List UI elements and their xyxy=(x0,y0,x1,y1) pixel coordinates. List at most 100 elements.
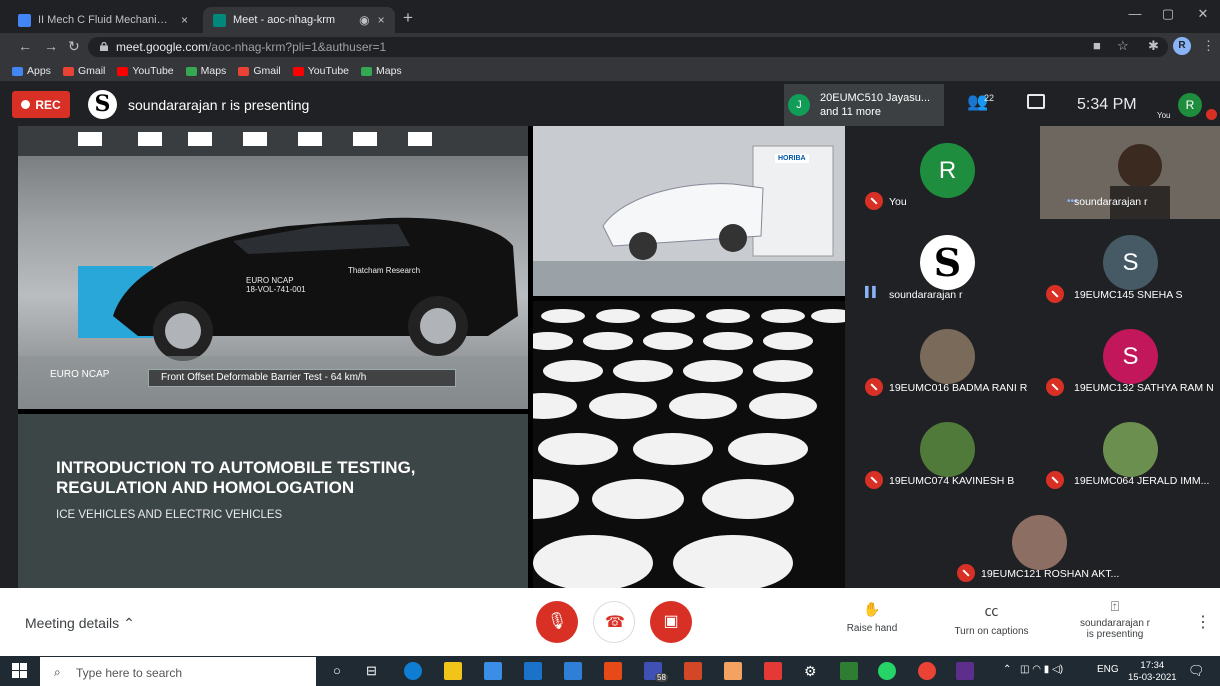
windows-start-icon[interactable] xyxy=(12,663,28,679)
avatar: S xyxy=(1103,329,1158,384)
photos-icon[interactable] xyxy=(840,662,858,680)
participant-tile[interactable]: S 19EUMC145 SNEHA S xyxy=(1040,219,1220,312)
app-w-icon[interactable] xyxy=(956,662,974,680)
chat-icon[interactable] xyxy=(1027,94,1045,109)
present-icon: ⍐ xyxy=(1110,598,1120,614)
camera-icon[interactable]: ■ xyxy=(1093,38,1101,53)
forward-icon[interactable]: → xyxy=(44,38,58,54)
mic-toggle-button[interactable]: 🎙 xyxy=(536,601,578,643)
outlook-icon[interactable] xyxy=(564,662,582,680)
powerpoint-icon[interactable] xyxy=(684,662,702,680)
leave-call-button[interactable]: ☎ xyxy=(593,601,635,643)
tab-fluid-mechanics[interactable]: II Mech C Fluid Mechanics and M × xyxy=(8,7,198,33)
bookmark-label: Gmail xyxy=(77,65,106,77)
recording-indicator-icon: ◉ xyxy=(359,13,370,27)
participant-tile[interactable]: 19EUMC074 KAVINESH B xyxy=(855,405,1037,498)
gmail-icon xyxy=(62,66,74,76)
raise-hand-button[interactable]: ✋ Raise hand xyxy=(840,601,904,634)
camera-toggle-button[interactable]: ▣ xyxy=(650,601,692,643)
minimize-icon[interactable]: — xyxy=(1120,6,1150,21)
bookmark-gmail[interactable]: Gmail xyxy=(62,65,106,77)
chrome-icon[interactable] xyxy=(918,662,936,680)
car-sticker-1: EURO NCAP xyxy=(246,276,294,285)
tab-meet[interactable]: Meet - aoc-nhag-krm ◉ × xyxy=(203,7,395,33)
recording-badge: REC xyxy=(12,91,70,118)
tab-close-icon[interactable]: × xyxy=(181,13,188,27)
bookmark-youtube[interactable]: YouTube xyxy=(117,65,174,77)
muted-icon xyxy=(1046,471,1064,489)
cortana-icon[interactable]: ○ xyxy=(333,663,341,678)
meeting-details-button[interactable]: Meeting details ⌃ xyxy=(25,615,135,632)
reload-icon[interactable]: ↻ xyxy=(68,38,80,55)
tab-close-icon[interactable]: × xyxy=(378,13,385,27)
muted-icon xyxy=(957,564,975,582)
avatar: S xyxy=(1103,235,1158,290)
join-text: 20EUMC510 Jayasu... and 11 more xyxy=(820,91,930,119)
tray-chevron-icon[interactable]: ⌃ xyxy=(1003,664,1011,675)
screen: II Mech C Fluid Mechanics and M × Meet -… xyxy=(0,0,1220,686)
bookmark-gmail-2[interactable]: Gmail xyxy=(238,65,281,77)
language-indicator[interactable]: ENG xyxy=(1097,664,1119,675)
participant-tile[interactable]: 19EUMC121 ROSHAN AKT... xyxy=(947,498,1129,591)
participant-tile[interactable]: S ▌▌ soundararajan r xyxy=(855,219,1037,312)
search-icon: ⌕ xyxy=(54,665,61,679)
action-center-icon[interactable]: 🗨 xyxy=(1188,663,1205,679)
captions-icon: ㏄ xyxy=(984,603,999,619)
task-view-icon[interactable]: ⊟ xyxy=(366,663,377,679)
slide-title: INTRODUCTION TO AUTOMOBILE TESTING, REGUL… xyxy=(56,458,496,498)
presenting-button[interactable]: ⍐ soundararajan r is presenting xyxy=(1070,598,1160,640)
profile-avatar[interactable]: R xyxy=(1173,37,1191,55)
camera-off-icon: ▣ xyxy=(663,613,679,630)
star-icon[interactable]: ☆ xyxy=(1117,38,1129,54)
more-options-icon[interactable]: ⋮ xyxy=(1195,612,1211,632)
avatar-photo xyxy=(1103,422,1158,477)
participant-tile[interactable]: S 19EUMC132 SATHYA RAM N xyxy=(1040,312,1220,405)
close-window-icon[interactable]: ✕ xyxy=(1188,6,1218,22)
participant-name: 19EUMC145 SNEHA S xyxy=(1074,289,1183,301)
chrome-menu-icon[interactable]: ⋮ xyxy=(1202,38,1215,54)
bookmark-label: YouTube xyxy=(132,65,174,77)
participant-tile[interactable]: 19EUMC064 JERALD IMM... xyxy=(1040,405,1220,498)
rec-label: REC xyxy=(35,97,61,112)
new-tab-button[interactable]: + xyxy=(403,8,413,28)
tray-icons[interactable]: ◫ ◠ ▮ ◁) xyxy=(1020,664,1063,675)
taskbar-clock[interactable]: 17:34 15-03-2021 xyxy=(1128,660,1177,684)
back-icon[interactable]: ← xyxy=(18,38,32,54)
bookmark-maps-2[interactable]: Maps xyxy=(361,65,402,77)
youtube-icon xyxy=(117,66,129,76)
mail-icon[interactable] xyxy=(524,662,542,680)
bookmarks-bar: Apps Gmail YouTube Maps Gmail YouTube Ma… xyxy=(0,61,1220,81)
settings-gear-icon[interactable]: ⚙ xyxy=(804,663,817,680)
file-explorer-icon[interactable] xyxy=(444,662,462,680)
participant-tile[interactable]: R You xyxy=(855,126,1037,219)
participant-tile[interactable]: 19EUMC016 BADMA RANI R xyxy=(855,312,1037,405)
presenting-line-1: soundararajan r xyxy=(1079,618,1151,629)
presenting-line-2: is presenting xyxy=(1086,629,1144,640)
maps-icon xyxy=(185,66,197,76)
hang-up-icon: ☎ xyxy=(605,614,625,631)
chevron-up-icon: ⌃ xyxy=(123,615,135,631)
test-caption: Front Offset Deformable Barrier Test - 6… xyxy=(148,369,456,387)
avatar: R xyxy=(920,143,975,198)
participant-tile[interactable]: ••• soundararajan r xyxy=(1040,126,1220,219)
office-icon[interactable] xyxy=(604,662,622,680)
extensions-icon[interactable]: ✱ xyxy=(1148,38,1159,54)
captions-button[interactable]: ㏄ Turn on captions xyxy=(944,601,1039,637)
bookmark-maps[interactable]: Maps xyxy=(185,65,226,77)
people-count: 22 xyxy=(984,93,995,103)
tab-label: II Mech C Fluid Mechanics and M xyxy=(38,14,173,26)
whatsapp-icon[interactable] xyxy=(878,662,896,680)
apps-icon xyxy=(12,66,23,76)
app-f-icon[interactable] xyxy=(724,662,742,680)
bookmark-apps[interactable]: Apps xyxy=(12,65,51,77)
crash-test-image: EURO NCAP 18-VOL-741-001 Thatcham Researc… xyxy=(18,126,528,409)
maximize-icon[interactable]: ▢ xyxy=(1153,6,1183,22)
slide-subtitle: ICE VEHICLES AND ELECTRIC VEHICLES xyxy=(56,509,283,521)
url: meet.google.com/aoc-nhag-krm?pli=1&authu… xyxy=(116,40,386,54)
bookmark-youtube-2[interactable]: YouTube xyxy=(292,65,349,77)
address-bar[interactable]: meet.google.com/aoc-nhag-krm?pli=1&authu… xyxy=(88,37,1168,57)
record-app-icon[interactable] xyxy=(764,662,782,680)
store-icon[interactable] xyxy=(484,662,502,680)
self-avatar[interactable]: R xyxy=(1178,93,1202,117)
edge-icon[interactable] xyxy=(404,662,422,680)
